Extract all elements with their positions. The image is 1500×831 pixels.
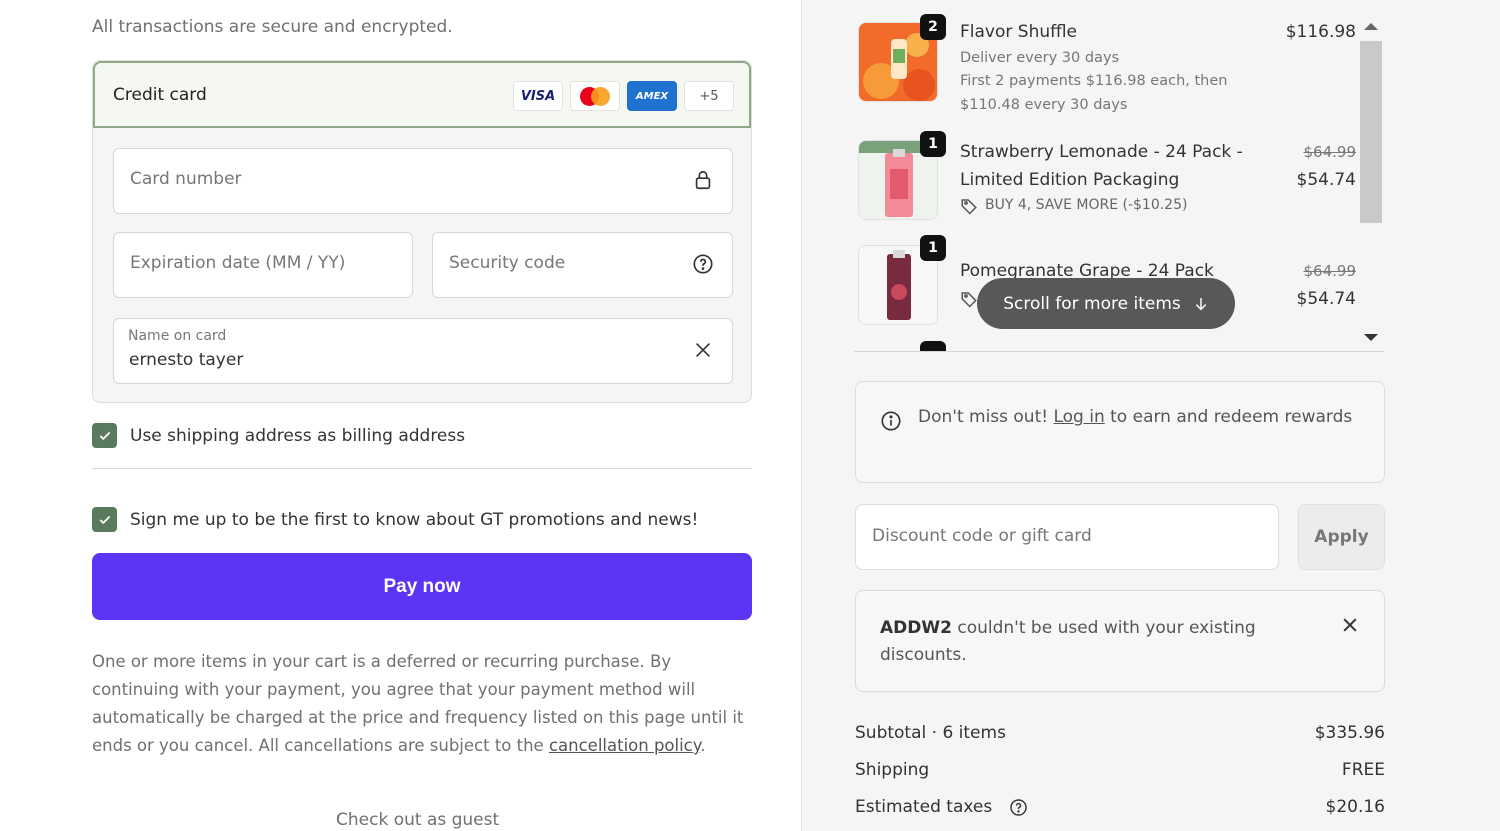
tag-icon [961,199,977,215]
promo-label: BUY 4, SAVE MORE (-$10.25) [985,197,1188,213]
taxes-value: $20.16 [1325,797,1385,817]
quantity-badge: 1 [920,235,946,261]
items-divider [854,351,1384,352]
item-payment-terms-cont: $110.48 every 30 days [960,97,1128,113]
scroll-up-arrow-icon[interactable] [1364,23,1378,30]
help-icon[interactable] [692,253,714,275]
security-code-field[interactable]: Security code [432,232,733,298]
rewards-notice: Don't miss out! Log in to earn and redee… [855,381,1385,483]
name-on-card-field[interactable]: Name on card ernesto tayer [113,318,733,384]
security-code-placeholder: Security code [449,253,566,273]
visa-logo: VISA [513,81,563,111]
pay-now-button[interactable]: Pay now [92,553,752,620]
divider [92,468,752,469]
taxes-label: Estimated taxes [855,797,993,817]
rewards-suffix: to earn and redeem rewards [1104,407,1353,427]
arrow-down-icon [1195,297,1206,310]
item-delivery: Deliver every 30 days [960,50,1120,66]
quantity-badge: 1 [920,131,946,157]
legal-end: . [700,736,706,755]
payment-column: All transactions are secure and encrypte… [0,0,801,831]
item-name-line2: Limited Edition Packaging [960,170,1180,190]
taxes-row: Estimated taxes $20.16 [855,797,1385,817]
subtotal-row: Subtotal · 6 items $335.96 [855,723,1385,743]
discount-code: ADDW2 [880,618,952,638]
clear-icon[interactable] [692,339,714,361]
card-number-placeholder: Card number [130,169,242,189]
scroll-pill-label: Scroll for more items [1003,293,1181,314]
name-on-card-value: ernesto tayer [129,350,244,370]
order-summary: 2 Flavor Shuffle Deliver every 30 days F… [801,0,1500,831]
amex-logo: AMEX [627,81,677,111]
item-payment-terms: First 2 payments $116.98 each, then [960,73,1228,89]
apply-button[interactable]: Apply [1298,504,1385,570]
billing-address-checkbox[interactable]: Use shipping address as billing address [92,423,465,448]
item-old-price: $64.99 [1303,143,1357,161]
info-icon [881,411,901,431]
newsletter-label: Sign me up to be the first to know about… [130,509,699,530]
help-icon[interactable] [1009,798,1028,817]
item-name: Flavor Shuffle [960,22,1078,42]
close-icon[interactable] [1340,615,1360,635]
discount-error-text: ADDW2 couldn't be used with your existin… [880,615,1300,669]
billing-address-label: Use shipping address as billing address [130,425,466,446]
credit-card-option[interactable]: Credit card VISA AMEX +5 [93,61,751,128]
shipping-label: Shipping [855,760,930,780]
shipping-row: Shipping FREE [855,760,1385,780]
check-out-as-guest-link[interactable]: Check out as guest [336,810,499,830]
item-name-line1: Strawberry Lemonade - 24 Pack - [960,142,1243,162]
cart-scrollbar[interactable] [1358,18,1384,348]
cart-items-list[interactable]: 2 Flavor Shuffle Deliver every 30 days F… [802,0,1500,352]
recurring-purchase-notice: One or more items in your cart is a defe… [92,648,752,760]
shipping-value: FREE [1341,760,1385,780]
log-in-link[interactable]: Log in [1053,407,1104,427]
quantity-badge: 2 [920,14,946,40]
checkbox-checked-icon[interactable] [92,423,117,448]
scrollbar-thumb[interactable] [1360,41,1382,223]
more-brands-badge: +5 [684,81,734,111]
discount-placeholder: Discount code or gift card [872,526,1092,546]
subtotal-label: Subtotal · 6 items [855,723,1006,743]
card-number-field[interactable]: Card number [113,148,733,214]
secure-note: All transactions are secure and encrypte… [92,17,453,37]
discount-error-notice: ADDW2 couldn't be used with your existin… [855,590,1385,692]
scroll-down-arrow-icon[interactable] [1364,334,1378,341]
cancellation-policy-link[interactable]: cancellation policy [549,736,700,755]
item-price: $54.74 [1296,170,1356,190]
item-old-price: $64.99 [1303,262,1357,280]
scroll-for-more-button[interactable]: Scroll for more items [977,278,1235,329]
tag-icon [961,292,977,308]
name-on-card-label: Name on card [128,328,227,344]
checkbox-checked-icon[interactable] [92,507,117,532]
newsletter-checkbox[interactable]: Sign me up to be the first to know about… [92,507,698,532]
credit-card-section: Credit card VISA AMEX +5 Card number Exp… [92,60,752,403]
item-price: $116.98 [1285,22,1356,42]
credit-card-title: Credit card [113,85,207,105]
rewards-prefix: Don't miss out! [918,407,1054,427]
discount-code-input[interactable]: Discount code or gift card [855,504,1279,570]
lock-icon [695,170,711,190]
subtotal-value: $335.96 [1314,723,1385,743]
rewards-text: Don't miss out! Log in to earn and redee… [918,403,1358,431]
expiration-date-field[interactable]: Expiration date (MM / YY) [113,232,413,298]
item-price: $54.74 [1296,289,1356,309]
mastercard-logo [570,81,620,111]
expiration-placeholder: Expiration date (MM / YY) [130,253,346,273]
